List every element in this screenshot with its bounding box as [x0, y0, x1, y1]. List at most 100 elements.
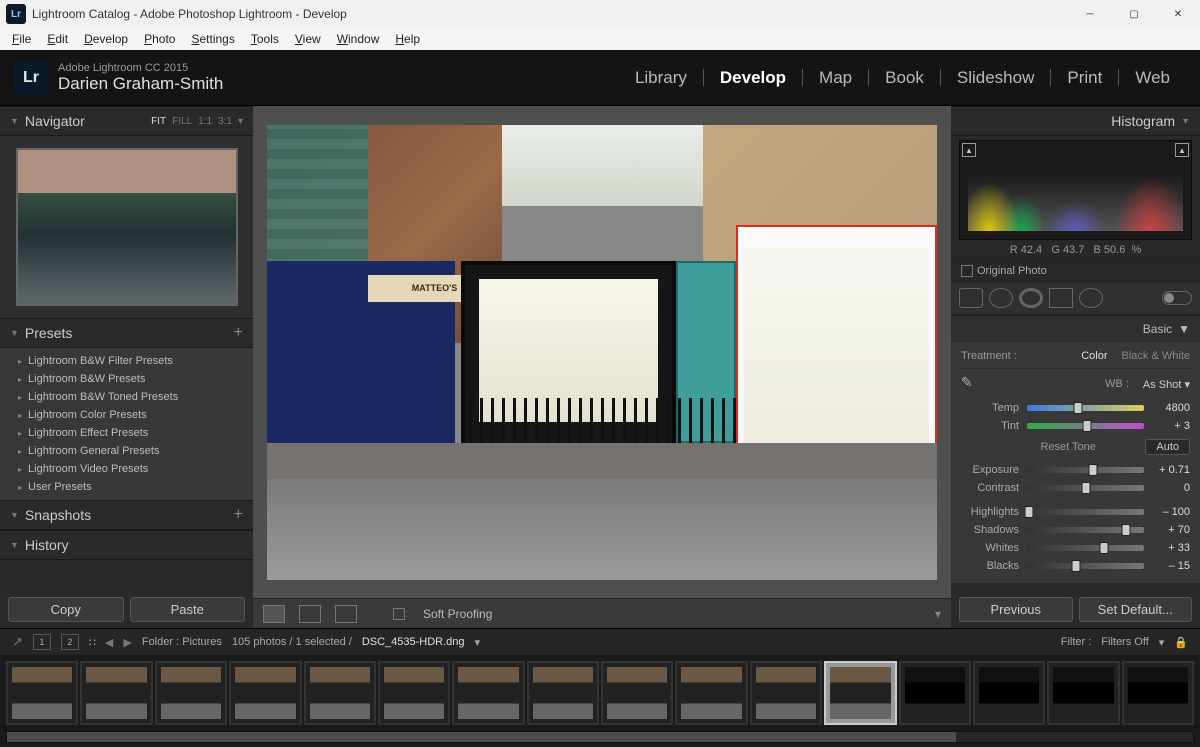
menu-photo[interactable]: Photo [136, 30, 183, 48]
grid-icon[interactable]: ∷ [89, 636, 95, 649]
preset-folder[interactable]: Lightroom B&W Presets [0, 370, 253, 388]
preset-folder[interactable]: Lightroom Video Presets [0, 460, 253, 478]
history-panel-header[interactable]: ▼ History [0, 530, 253, 560]
tint-value[interactable]: + 3 [1152, 420, 1190, 432]
whites-value[interactable]: + 33 [1152, 542, 1190, 554]
go-back-icon[interactable]: ◀ [105, 636, 113, 649]
thumbnail[interactable] [229, 661, 301, 725]
loupe-view-icon[interactable] [263, 605, 285, 623]
thumbnail[interactable] [452, 661, 524, 725]
menu-file[interactable]: File [4, 30, 39, 48]
previous-button[interactable]: Previous [959, 597, 1073, 622]
nav-fill[interactable]: FILL [172, 116, 192, 127]
presets-panel-header[interactable]: ▼ Presets + [0, 318, 253, 348]
shadows-value[interactable]: + 70 [1152, 524, 1190, 536]
contrast-value[interactable]: 0 [1152, 482, 1190, 494]
blacks-value[interactable]: – 15 [1152, 560, 1190, 572]
presets-add-icon[interactable]: + [234, 325, 243, 341]
thumbnail[interactable] [750, 661, 822, 725]
exposure-slider[interactable] [1027, 467, 1144, 473]
contrast-slider[interactable] [1027, 485, 1144, 491]
filmstrip-scrollbar[interactable] [6, 731, 1194, 743]
original-photo-row[interactable]: Original Photo [951, 260, 1200, 281]
thumbnail[interactable] [378, 661, 450, 725]
before-after-x-icon[interactable] [335, 605, 357, 623]
temp-value[interactable]: 4800 [1152, 402, 1190, 414]
menu-develop[interactable]: Develop [76, 30, 136, 48]
identity-plate[interactable]: Darien Graham-Smith [58, 74, 223, 94]
grid-view-2[interactable]: 2 [61, 634, 79, 650]
go-forward-icon[interactable]: ▶ [123, 636, 131, 649]
module-map[interactable]: Map [803, 69, 869, 86]
menu-tools[interactable]: Tools [243, 30, 287, 48]
module-develop[interactable]: Develop [704, 69, 803, 86]
whites-slider[interactable] [1027, 545, 1144, 551]
reset-tone-label[interactable]: Reset Tone [991, 441, 1145, 453]
crop-tool-icon[interactable] [959, 288, 983, 308]
module-web[interactable]: Web [1119, 69, 1186, 86]
preset-folder[interactable]: Lightroom Color Presets [0, 406, 253, 424]
grad-filter-icon[interactable] [1049, 288, 1073, 308]
radial-filter-icon[interactable] [1079, 288, 1103, 308]
treatment-bw[interactable]: Black & White [1122, 350, 1190, 362]
nav-3-1[interactable]: 3:1 [218, 116, 232, 127]
window-close-button[interactable]: ✕ [1156, 0, 1200, 28]
thumbnail[interactable] [899, 661, 971, 725]
before-after-y-icon[interactable] [299, 605, 321, 623]
menu-help[interactable]: Help [387, 30, 428, 48]
redeye-tool-icon[interactable] [1019, 288, 1043, 308]
thumbnail[interactable] [304, 661, 376, 725]
main-image[interactable]: MATTEO'S [267, 125, 937, 580]
set-default-button[interactable]: Set Default... [1079, 597, 1193, 622]
module-print[interactable]: Print [1051, 69, 1119, 86]
panel-switch[interactable] [1162, 291, 1192, 305]
highlights-slider[interactable] [1027, 509, 1144, 515]
preset-folder[interactable]: User Presets [0, 478, 253, 496]
thumbnail[interactable] [80, 661, 152, 725]
thumbnail[interactable] [1122, 661, 1194, 725]
basic-panel-header[interactable]: Basic ▼ [951, 315, 1200, 342]
thumbnail-strip[interactable] [0, 655, 1200, 731]
module-slideshow[interactable]: Slideshow [941, 69, 1052, 86]
tint-slider[interactable] [1027, 423, 1144, 429]
window-minimize-button[interactable]: ─ [1068, 0, 1112, 28]
thumbnail[interactable] [6, 661, 78, 725]
treatment-color[interactable]: Color [1081, 350, 1107, 362]
filter-lock-icon[interactable]: 🔒 [1174, 636, 1188, 649]
preset-folder[interactable]: Lightroom General Presets [0, 442, 253, 460]
navigator-preview[interactable] [16, 148, 238, 306]
exposure-value[interactable]: + 0.71 [1152, 464, 1190, 476]
auto-tone-button[interactable]: Auto [1145, 439, 1190, 455]
module-library[interactable]: Library [619, 69, 704, 86]
preset-folder[interactable]: Lightroom B&W Filter Presets [0, 352, 253, 370]
module-book[interactable]: Book [869, 69, 941, 86]
thumbnail[interactable] [601, 661, 673, 725]
window-maximize-button[interactable]: ▢ [1112, 0, 1156, 28]
copy-button[interactable]: Copy [8, 597, 124, 622]
filter-dropdown[interactable]: Filters Off [1101, 636, 1148, 648]
thumbnail[interactable] [527, 661, 599, 725]
wb-preset-dropdown[interactable]: As Shot ▾ [1143, 378, 1190, 391]
nav-zoom-menu-icon[interactable]: ▾ [238, 116, 243, 127]
original-photo-checkbox[interactable] [961, 265, 973, 277]
navigator-panel-header[interactable]: ▼ Navigator FIT FILL 1:1 3:1 ▾ [0, 106, 253, 136]
nav-1-1[interactable]: 1:1 [198, 116, 212, 127]
preset-folder[interactable]: Lightroom B&W Toned Presets [0, 388, 253, 406]
preset-folder[interactable]: Lightroom Effect Presets [0, 424, 253, 442]
snapshots-add-icon[interactable]: + [234, 507, 243, 523]
snapshots-panel-header[interactable]: ▼ Snapshots + [0, 500, 253, 530]
filename[interactable]: DSC_4535-HDR.dng [362, 636, 465, 648]
toolbar-menu-icon[interactable]: ▾ [935, 607, 941, 621]
menu-view[interactable]: View [287, 30, 329, 48]
soft-proofing-checkbox[interactable] [393, 608, 405, 620]
grid-view-1[interactable]: 1 [33, 634, 51, 650]
histogram[interactable]: ▲ ▲ [959, 140, 1192, 240]
menu-settings[interactable]: Settings [183, 30, 242, 48]
paste-button[interactable]: Paste [130, 597, 246, 622]
wb-eyedropper-icon[interactable]: ✎ [961, 374, 981, 394]
shadows-slider[interactable] [1027, 527, 1144, 533]
nav-fit[interactable]: FIT [151, 116, 166, 127]
thumbnail[interactable] [1047, 661, 1119, 725]
thumbnail[interactable] [155, 661, 227, 725]
second-window-icon[interactable]: ↗ [12, 634, 23, 650]
